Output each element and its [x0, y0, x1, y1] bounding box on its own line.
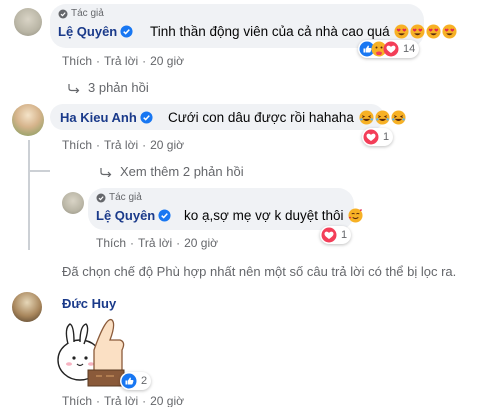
reactions-summary[interactable]: 1: [320, 226, 352, 244]
author-tag: Tác giả: [58, 8, 104, 19]
separator: ·: [176, 236, 181, 250]
commenter-name[interactable]: Lệ Quyên: [96, 208, 171, 223]
laughing-emoji-icon: [359, 110, 374, 125]
reply-button[interactable]: Trả lời: [104, 138, 138, 152]
avatar[interactable]: [12, 292, 42, 322]
author-badge-icon: [96, 193, 106, 202]
author-tag-label: Tác giả: [71, 8, 104, 19]
author-badge-icon: [58, 9, 68, 18]
like-reaction-icon: [121, 373, 137, 389]
like-button[interactable]: Thích: [96, 236, 126, 250]
reaction-count: 14: [403, 43, 416, 55]
commenter-name[interactable]: Đức Huy: [62, 296, 116, 311]
reactions-summary[interactable]: 2: [120, 372, 152, 390]
view-more-replies-link[interactable]: Xem thêm 2 phản hồi: [100, 164, 244, 179]
like-button[interactable]: Thích: [62, 54, 92, 68]
filter-notice: Đã chọn chế độ Phù hợp nhất nên một số c…: [62, 264, 457, 279]
heart-eyes-emoji-icon: [394, 24, 409, 39]
commenter-name[interactable]: Lệ Quyên: [58, 24, 133, 39]
heart-eyes-emoji-icon: [442, 24, 457, 39]
heart-eyes-emoji-icon: [410, 24, 425, 39]
thread-line: [28, 140, 30, 250]
reaction-count: 1: [341, 229, 348, 241]
view-replies-link[interactable]: 3 phản hồi: [68, 80, 149, 95]
separator: ·: [96, 54, 101, 68]
avatar[interactable]: [62, 192, 84, 214]
smiling-hearts-emoji-icon: [348, 208, 363, 223]
timestamp[interactable]: 20 giờ: [150, 394, 184, 407]
verified-icon: [158, 209, 171, 222]
separator: ·: [130, 236, 135, 250]
reactions-summary[interactable]: 14: [358, 40, 420, 58]
commenter-name[interactable]: Ha Kieu Anh: [60, 110, 153, 125]
author-tag-label: Tác giả: [109, 192, 142, 203]
like-button[interactable]: Thích: [62, 394, 92, 407]
reaction-count: 1: [383, 131, 390, 143]
verified-icon: [140, 111, 153, 124]
reply-arrow-icon: [68, 83, 80, 93]
timestamp[interactable]: 20 giờ: [150, 54, 184, 68]
reply-button[interactable]: Trả lời: [104, 54, 138, 68]
sticker-image[interactable]: [50, 310, 130, 392]
love-reaction-icon: [321, 227, 337, 243]
like-button[interactable]: Thích: [62, 138, 92, 152]
heart-eyes-emoji-icon: [426, 24, 441, 39]
comment-text: Tinh thần động viên của cả nhà cao quá: [150, 24, 457, 39]
laughing-emoji-icon: [375, 110, 390, 125]
reply-button[interactable]: Trả lời: [138, 236, 172, 250]
separator: ·: [142, 394, 147, 407]
thread-line: [28, 170, 50, 172]
avatar[interactable]: [14, 8, 42, 36]
avatar[interactable]: [12, 104, 44, 136]
laughing-emoji-icon: [391, 110, 406, 125]
timestamp[interactable]: 20 giờ: [150, 138, 184, 152]
reaction-count: 2: [141, 375, 148, 387]
timestamp[interactable]: 20 giờ: [184, 236, 218, 250]
comment-text: ko ạ,sợ mẹ vợ k duyệt thôi: [184, 208, 363, 223]
separator: ·: [96, 138, 101, 152]
reply-button[interactable]: Trả lời: [104, 394, 138, 407]
separator: ·: [142, 54, 147, 68]
separator: ·: [142, 138, 147, 152]
reactions-summary[interactable]: 1: [362, 128, 394, 146]
author-tag: Tác giả: [96, 192, 142, 203]
separator: ·: [96, 394, 101, 407]
love-reaction-icon: [363, 129, 379, 145]
verified-icon: [120, 25, 133, 38]
reply-arrow-icon: [100, 167, 112, 177]
comment-text: Cưới con dâu được rồi hahaha: [168, 110, 406, 125]
love-reaction-icon: [383, 41, 399, 57]
